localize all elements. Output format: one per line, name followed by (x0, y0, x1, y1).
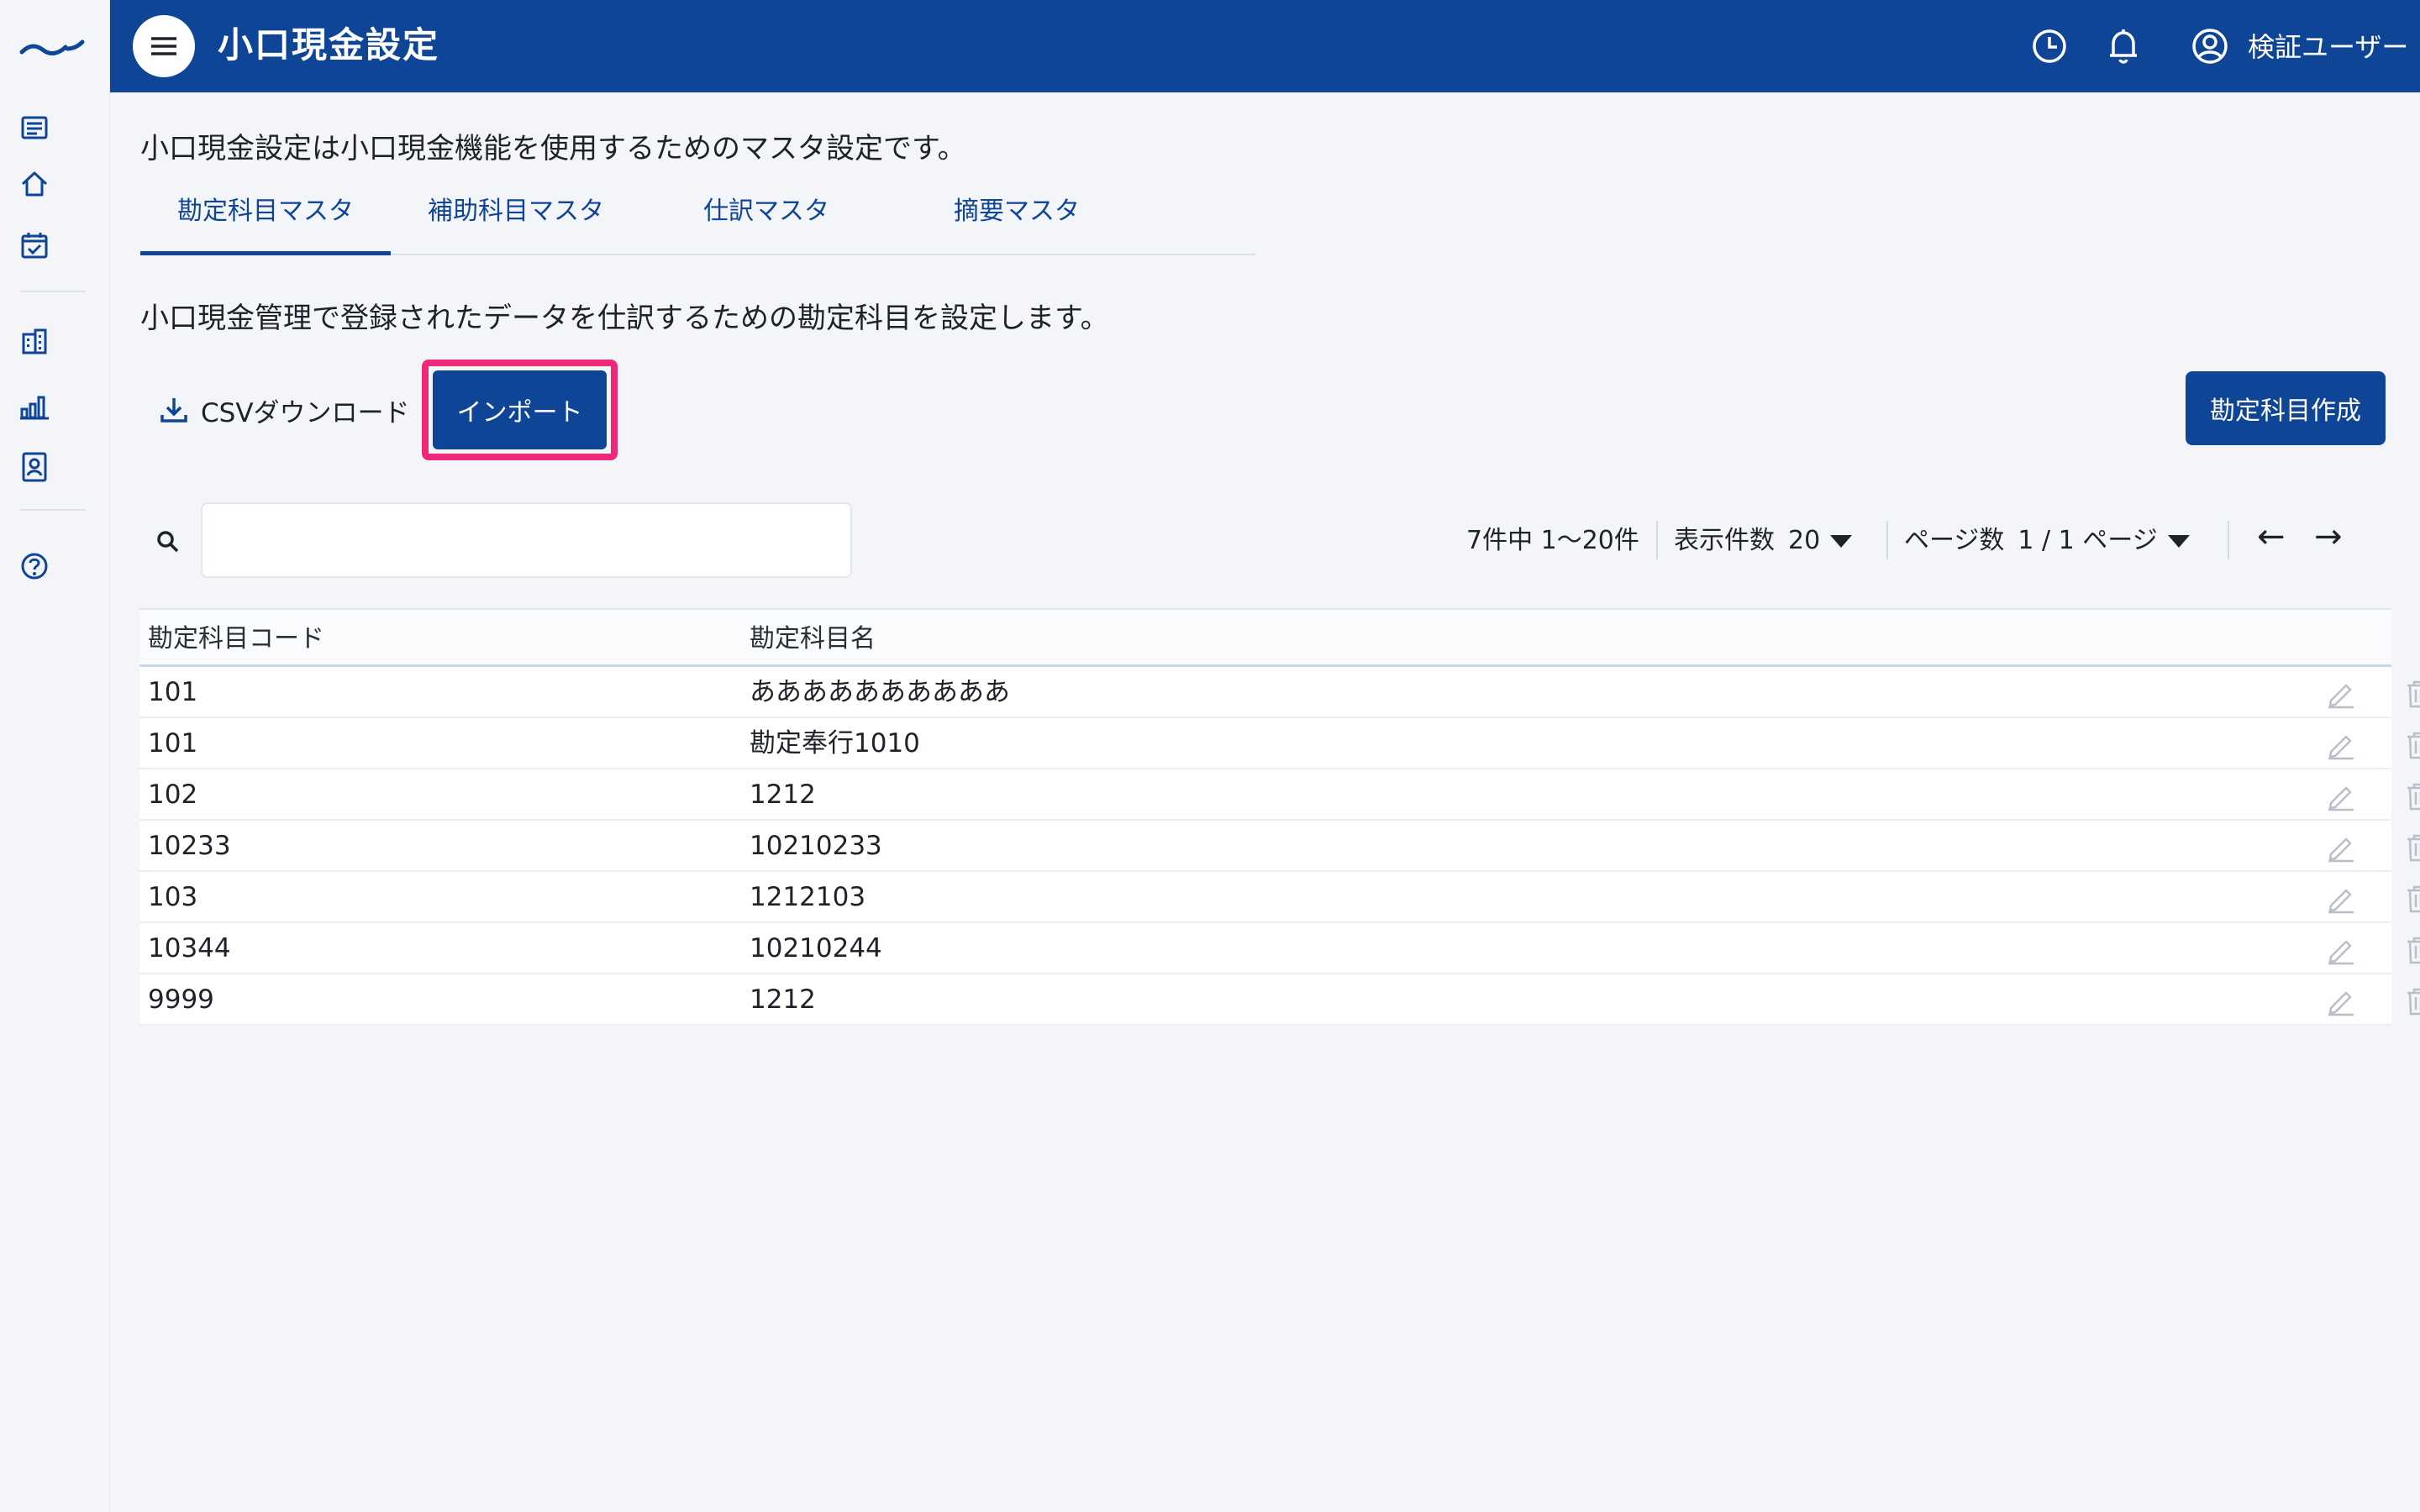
edit-icon[interactable] (2326, 781, 2356, 811)
chevron-down-icon (1830, 534, 1853, 548)
table-row[interactable]: 102 1212 (139, 769, 2420, 821)
table-row[interactable]: 101 ああああああああああ (139, 667, 2420, 718)
table-body: 101 ああああああああああ 101 勘定奉行1010 102 1212 102… (139, 667, 2420, 1026)
rail-divider (20, 291, 86, 292)
contact-card-icon[interactable] (17, 449, 52, 485)
edit-icon[interactable] (2326, 679, 2356, 709)
import-button[interactable]: インポート (433, 370, 607, 449)
column-header-name[interactable]: 勘定科目名 (750, 610, 876, 669)
search-icon (155, 529, 181, 554)
account-code-cell: 10233 (148, 831, 231, 861)
page-title: 小口現金設定 (218, 24, 440, 66)
account-name-cell: 10210233 (750, 831, 882, 861)
app-header: 小口現金設定 検証ユーザー (110, 0, 2420, 92)
trash-icon[interactable] (2403, 884, 2420, 914)
account-code-cell: 103 (148, 882, 198, 912)
account-code-cell: 102 (148, 780, 198, 810)
trash-icon[interactable] (2403, 679, 2420, 709)
csv-download-button[interactable]: CSVダウンロード (159, 378, 410, 442)
tab-sub-account-master[interactable]: 補助科目マスタ (391, 185, 641, 255)
section-description: 小口現金管理で登録されたデータを仕訳するための勘定科目を設定します。 (140, 302, 1109, 335)
account-name-cell: ああああああああああ (750, 677, 1010, 707)
table-row[interactable]: 101 勘定奉行1010 (139, 718, 2420, 769)
trash-icon[interactable] (2403, 935, 2420, 965)
list-icon[interactable] (17, 110, 52, 145)
pager-divider (1656, 521, 1658, 559)
account-code-cell: 10344 (148, 933, 231, 963)
edit-icon[interactable] (2326, 986, 2356, 1016)
page-select[interactable]: ページ数 1 / 1 ページ (1904, 522, 2190, 559)
per-page-value: 20 (1788, 526, 1821, 555)
logo-icon[interactable] (18, 29, 86, 62)
account-table: 勘定科目コード 勘定科目名 101 ああああああああああ 101 勘定奉行101… (139, 608, 2420, 1026)
trash-icon[interactable] (2403, 832, 2420, 863)
side-rail (0, 0, 110, 1512)
edit-icon[interactable] (2326, 832, 2356, 863)
page-label: ページ数 (1904, 526, 2005, 555)
rail-divider (20, 509, 86, 511)
account-code-cell: 9999 (148, 984, 214, 1015)
table-header: 勘定科目コード 勘定科目名 (139, 608, 2391, 667)
edit-icon[interactable] (2326, 935, 2356, 965)
pager-divider (1886, 521, 1888, 559)
intro-text: 小口現金設定は小口現金機能を使用するためのマスタ設定です。 (140, 132, 966, 165)
create-account-button[interactable]: 勘定科目作成 (2186, 371, 2386, 445)
tab-bar: 勘定科目マスタ 補助科目マスタ 仕訳マスタ 摘要マスタ (140, 185, 1256, 255)
clock-icon[interactable] (2028, 25, 2070, 67)
edit-icon[interactable] (2326, 884, 2356, 914)
trash-icon[interactable] (2403, 986, 2420, 1016)
table-row[interactable]: 103 1212103 (139, 872, 2420, 923)
pager-divider (2228, 521, 2229, 559)
user-name[interactable]: 検証ユーザー (2248, 29, 2408, 66)
main-content: 小口現金設定は小口現金機能を使用するためのマスタ設定です。 勘定科目マスタ 補助… (110, 92, 2420, 1512)
table-row[interactable]: 10233 10210233 (139, 821, 2420, 872)
page-value: 1 / 1 ページ (2018, 526, 2158, 555)
tab-summary-master[interactable]: 摘要マスタ (892, 185, 1142, 255)
account-name-cell: 1212103 (750, 882, 866, 912)
per-page-label: 表示件数 (1674, 526, 1775, 555)
home-icon[interactable] (17, 166, 52, 202)
calendar-check-icon[interactable] (17, 228, 52, 263)
csv-download-label: CSVダウンロード (201, 397, 410, 428)
account-name-cell: 1212 (750, 984, 816, 1015)
edit-icon[interactable] (2326, 730, 2356, 760)
help-icon[interactable] (17, 549, 52, 584)
trash-icon[interactable] (2403, 781, 2420, 811)
prev-page-button[interactable]: ← (2257, 517, 2286, 556)
per-page-select[interactable]: 表示件数 20 (1674, 522, 1853, 559)
tab-journal-master[interactable]: 仕訳マスタ (641, 185, 892, 255)
account-name-cell: 勘定奉行1010 (750, 728, 920, 759)
trash-icon[interactable] (2403, 730, 2420, 760)
account-code-cell: 101 (148, 728, 198, 759)
chevron-down-icon (2167, 534, 2190, 548)
account-code-cell: 101 (148, 677, 198, 707)
pager-range: 7件中 1〜20件 (1466, 526, 1639, 555)
user-circle-icon[interactable] (2189, 25, 2231, 67)
bell-icon[interactable] (2102, 25, 2144, 67)
table-row[interactable]: 9999 1212 (139, 974, 2420, 1026)
next-page-button[interactable]: → (2314, 517, 2343, 556)
bar-chart-icon[interactable] (17, 389, 52, 424)
account-name-cell: 1212 (750, 780, 816, 810)
search-input[interactable] (201, 502, 852, 578)
menu-icon[interactable] (133, 15, 195, 77)
account-name-cell: 10210244 (750, 933, 882, 963)
column-header-code[interactable]: 勘定科目コード (148, 610, 324, 669)
tab-account-master[interactable]: 勘定科目マスタ (140, 185, 391, 255)
table-row[interactable]: 10344 10210244 (139, 923, 2420, 974)
building-icon[interactable] (17, 324, 52, 360)
download-icon (159, 395, 189, 425)
